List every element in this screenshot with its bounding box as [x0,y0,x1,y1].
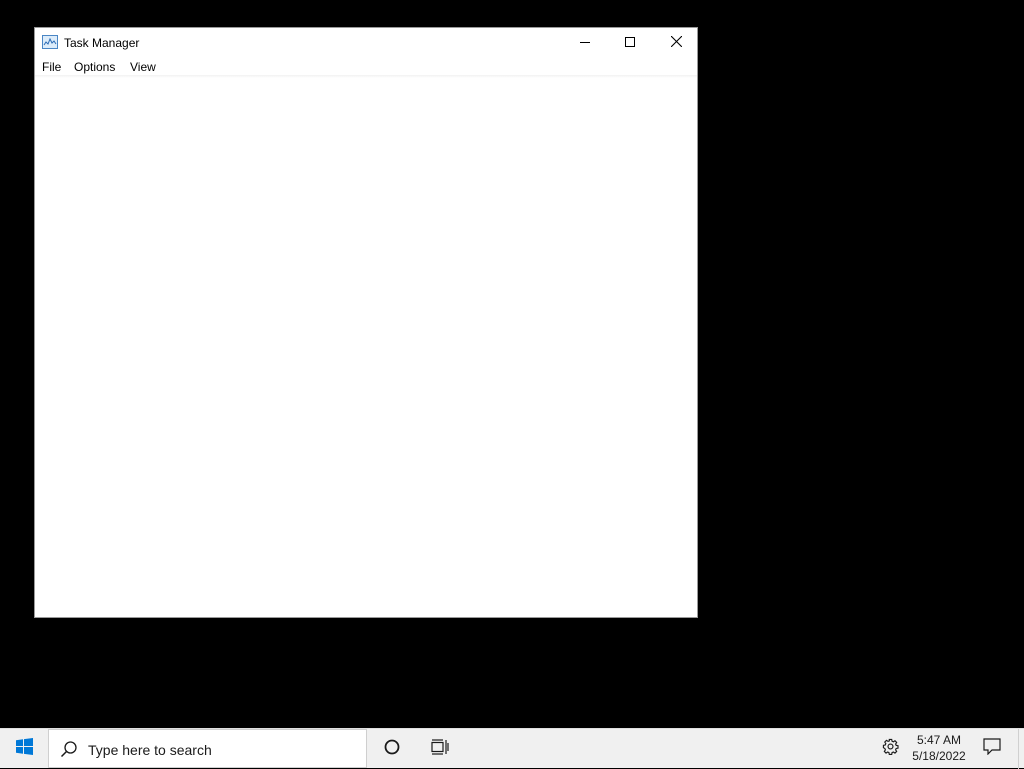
search-placeholder: Type here to search [88,742,212,758]
show-desktop-button[interactable] [1018,729,1024,769]
menu-bar: File Options View [35,57,697,77]
minimize-button[interactable] [562,28,608,57]
task-manager-window: Task Manager File Options View [34,27,698,618]
menu-view[interactable]: View [129,59,157,75]
cortana-circle-icon [384,739,400,760]
menu-file[interactable]: File [41,59,62,75]
task-manager-icon [42,35,58,49]
close-icon [670,34,682,52]
search-icon [60,740,78,758]
close-button[interactable] [653,28,699,57]
cortana-button[interactable] [368,729,416,769]
menu-options[interactable]: Options [73,59,116,75]
gear-icon [882,738,899,760]
task-view-icon [431,738,449,760]
window-title: Task Manager [64,36,140,50]
taskbar-search-box[interactable]: Type here to search [48,729,367,768]
settings-tray-button[interactable] [874,729,906,769]
windows-logo-icon [15,738,33,760]
minimize-icon [580,34,590,52]
maximize-icon [625,34,635,52]
action-center-icon [983,738,1001,760]
action-center-button[interactable] [974,729,1010,769]
title-bar[interactable]: Task Manager [35,28,697,57]
window-content [35,78,697,617]
taskbar: Type here to search 5:47 AM 5/18/2022 [0,728,1024,769]
start-button[interactable] [0,729,48,769]
taskbar-clock[interactable]: 5:47 AM 5/18/2022 [906,732,972,764]
clock-date: 5/18/2022 [912,749,966,763]
clock-time: 5:47 AM [916,733,962,747]
maximize-button[interactable] [607,28,653,57]
task-view-button[interactable] [416,729,464,769]
